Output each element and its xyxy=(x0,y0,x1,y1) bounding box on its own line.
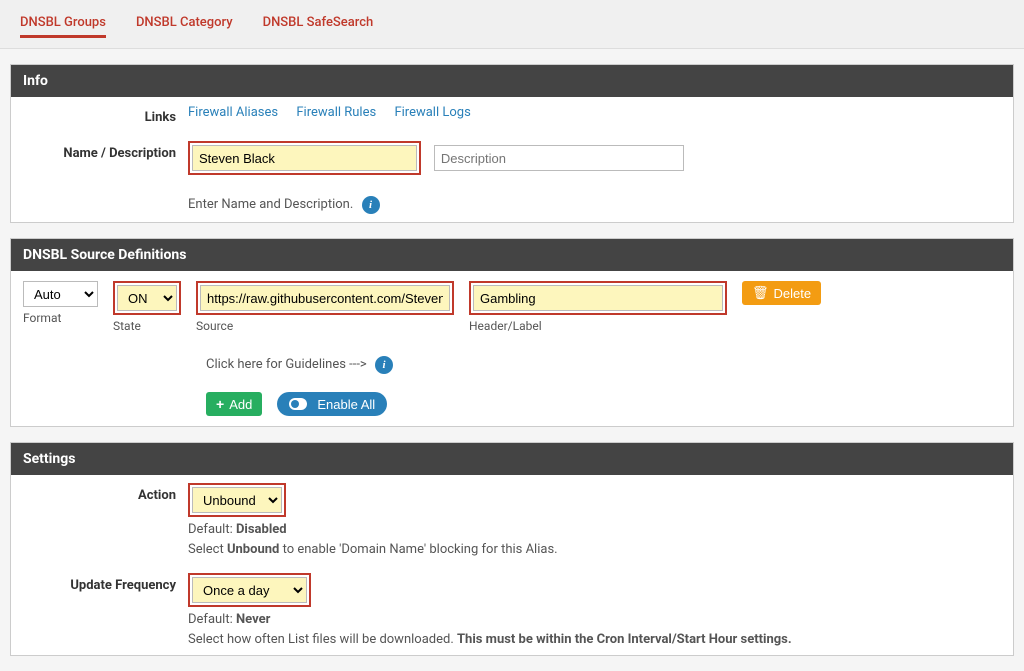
action-label: Action xyxy=(23,483,188,503)
update-default-value: Never xyxy=(236,612,270,627)
guidelines-text: Click here for Guidelines ---> xyxy=(206,357,367,372)
name-help-text: Enter Name and Description. xyxy=(188,197,353,212)
update-freq-label: Update Frequency xyxy=(23,573,188,593)
link-firewall-logs[interactable]: Firewall Logs xyxy=(394,105,470,120)
state-highlight: ON xyxy=(113,281,181,315)
state-label: State xyxy=(113,319,181,333)
name-desc-label: Name / Description xyxy=(23,141,188,161)
update-default-label: Default: xyxy=(188,612,236,627)
action-highlight: Unbound xyxy=(188,483,286,517)
add-button[interactable]: + Add xyxy=(206,392,262,416)
state-select[interactable]: ON xyxy=(117,285,177,311)
link-firewall-rules[interactable]: Firewall Rules xyxy=(296,105,376,120)
name-input[interactable] xyxy=(192,145,417,171)
source-label: Source xyxy=(196,319,454,333)
settings-panel: Settings Action Unbound Default: Disable… xyxy=(10,442,1014,656)
tabs-bar: DNSBL Groups DNSBL Category DNSBL SafeSe… xyxy=(0,0,1024,49)
source-defs-panel: DNSBL Source Definitions Auto Format ON … xyxy=(10,238,1014,427)
source-defs-header: DNSBL Source Definitions xyxy=(11,239,1013,271)
source-input[interactable] xyxy=(200,285,450,311)
action-default-label: Default: xyxy=(188,522,236,537)
header-label: Header/Label xyxy=(469,319,727,333)
trash-icon: 🗑 xyxy=(752,285,769,301)
info-icon[interactable]: i xyxy=(375,356,393,374)
update-select[interactable]: Once a day xyxy=(192,577,307,603)
tab-dnsbl-groups[interactable]: DNSBL Groups xyxy=(20,10,106,38)
action-default-value: Disabled xyxy=(236,522,287,537)
source-highlight xyxy=(196,281,454,315)
link-firewall-aliases[interactable]: Firewall Aliases xyxy=(188,105,278,120)
update-highlight: Once a day xyxy=(188,573,311,607)
info-panel: Info Links Firewall Aliases Firewall Rul… xyxy=(10,64,1014,223)
name-highlight xyxy=(188,141,421,175)
tab-dnsbl-safesearch[interactable]: DNSBL SafeSearch xyxy=(263,10,374,38)
tab-dnsbl-category[interactable]: DNSBL Category xyxy=(136,10,233,38)
links-label: Links xyxy=(23,105,188,125)
action-select[interactable]: Unbound xyxy=(192,487,282,513)
header-input[interactable] xyxy=(473,285,723,311)
description-input[interactable] xyxy=(434,145,684,171)
toggle-icon xyxy=(289,398,307,410)
delete-button[interactable]: 🗑 Delete xyxy=(742,281,821,305)
info-header: Info xyxy=(11,65,1013,97)
settings-header: Settings xyxy=(11,443,1013,475)
info-icon[interactable]: i xyxy=(362,196,380,214)
plus-icon: + xyxy=(216,396,224,412)
enable-all-button[interactable]: Enable All xyxy=(277,392,387,416)
header-highlight xyxy=(469,281,727,315)
format-select[interactable]: Auto xyxy=(23,281,98,307)
format-label: Format xyxy=(23,311,98,325)
